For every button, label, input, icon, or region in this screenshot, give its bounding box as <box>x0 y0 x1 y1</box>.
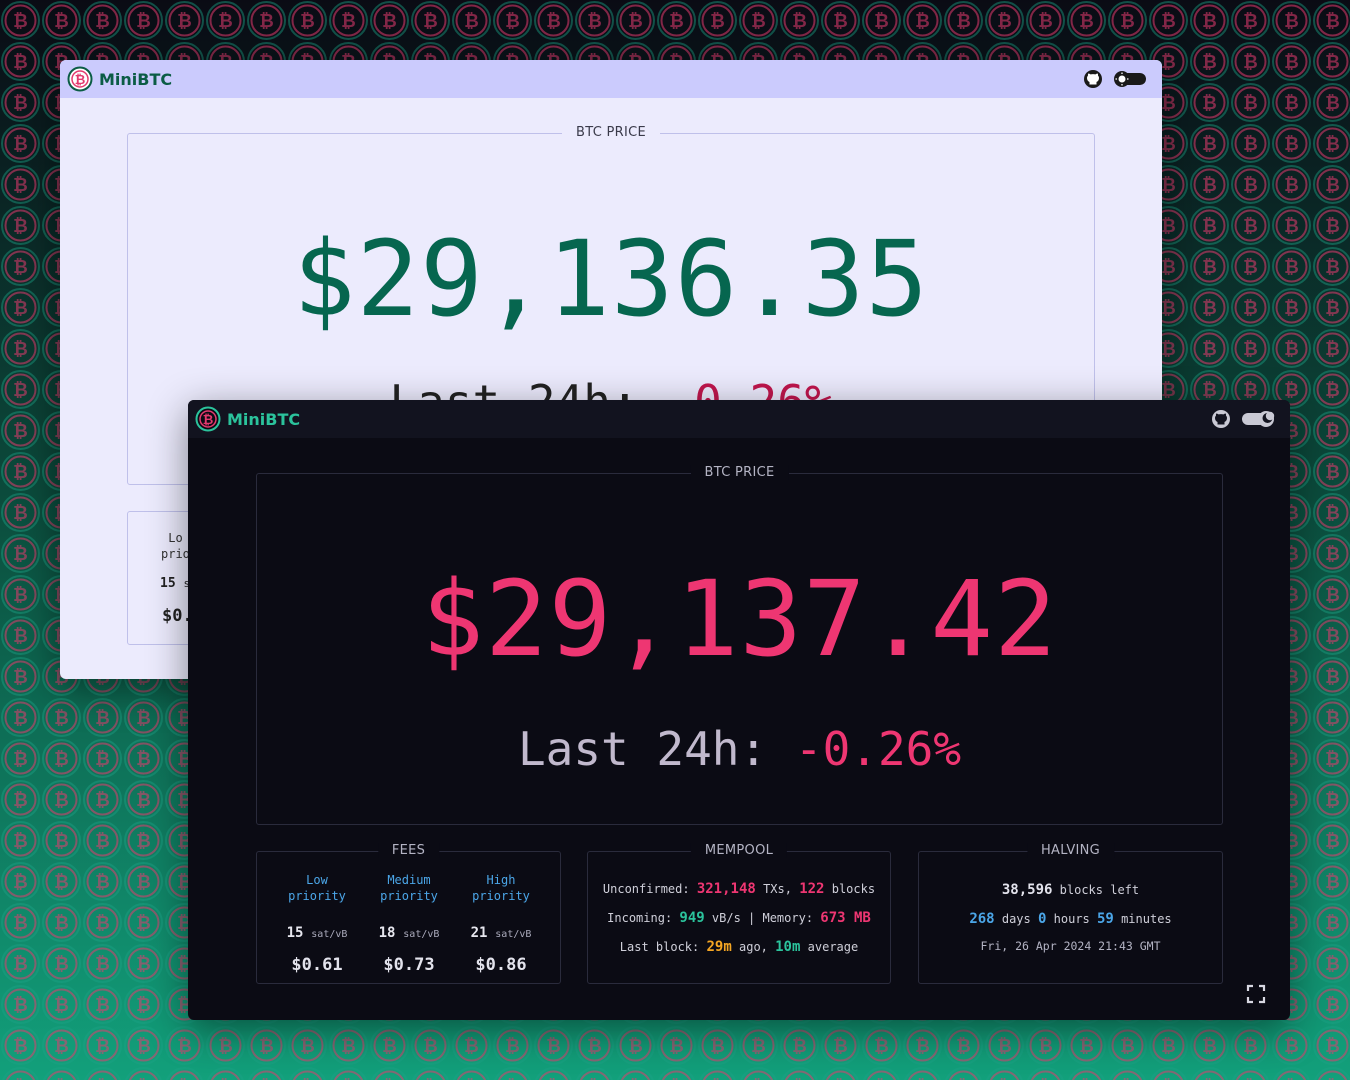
incoming-value: 949 <box>679 910 705 926</box>
unconfirmed-label: Unconfirmed: <box>602 882 697 896</box>
blocks-left-label: blocks left <box>1052 883 1140 897</box>
ago-label: ago, <box>731 940 776 954</box>
fee-sat: 18 sat/vB <box>363 925 455 941</box>
fee-medium: Medium priority 18 sat/vB $0.73 <box>363 872 455 975</box>
minutes-value: 59 <box>1097 911 1114 927</box>
mempool-panel: MEMPOOL Unconfirmed: 321,148 TXs, 122 bl… <box>587 843 891 984</box>
panel-legend: BTC PRICE <box>690 465 789 480</box>
mempool-last-block: Last block: 29m ago, 10m average <box>588 939 890 955</box>
change-value: -0.26% <box>794 722 962 776</box>
fee-label-line2: priority <box>288 889 346 903</box>
days-label: days <box>994 912 1038 926</box>
github-icon[interactable] <box>1083 69 1103 89</box>
dark-titlebar: ₿ MiniBTC <box>188 400 1290 438</box>
app-title: MiniBTC <box>227 409 301 429</box>
fullscreen-icon[interactable] <box>1246 984 1266 1004</box>
fee-sat-value: 15 <box>286 925 304 941</box>
mempool-blocks: 122 <box>799 881 825 897</box>
fee-label-line1: High <box>486 873 516 887</box>
fee-priority-label: Low priority <box>271 872 363 904</box>
fees-panel: FEES Low priority 15 sat/vB $0.61 Medium p… <box>256 843 561 984</box>
fee-sat-value: 15 <box>160 576 176 591</box>
last-block-value: 29m <box>706 939 732 955</box>
memory-value: 673 MB <box>820 910 871 926</box>
app-title: MiniBTC <box>99 69 173 89</box>
fee-usd: $0.61 <box>291 955 343 975</box>
blocks-left-value: 38,596 <box>1001 882 1053 898</box>
github-icon[interactable] <box>1211 409 1231 429</box>
mempool-incoming: Incoming: 949 vB/s | Memory: 673 MB <box>588 910 890 926</box>
halving-panel: HALVING 38,596 blocks left 268 days 0 ho… <box>918 843 1223 984</box>
light-titlebar: ₿ MiniBTC <box>60 60 1162 98</box>
fee-label-line2: priority <box>472 889 530 903</box>
blocks-label: blocks <box>824 882 876 896</box>
fee-label: Lo prio <box>161 530 190 562</box>
btc-price: $29,136.35 <box>292 218 930 340</box>
fee-label-line1: Medium <box>387 873 431 887</box>
fee-low: Low priority 15 sat/vB $0.61 <box>271 872 363 975</box>
fee-sat-unit: sat/vB <box>403 929 440 940</box>
btc-price-panel: BTC PRICE $29,137.42 Last 24h: -0.26% <box>256 465 1223 825</box>
fee-sat-value: 18 <box>378 925 396 941</box>
fee-priority-label: Medium priority <box>363 872 455 904</box>
change-label: Last 24h: <box>517 722 795 776</box>
fee-usd: $0.86 <box>475 955 527 975</box>
fee-sat-unit: sat/vB <box>495 929 532 940</box>
fee-usd: $0.73 <box>383 955 435 975</box>
halving-countdown: 268 days 0 hours 59 minutes <box>919 911 1222 927</box>
incoming-label: Incoming: <box>607 911 680 925</box>
svg-text:₿: ₿ <box>203 413 214 428</box>
days-value: 268 <box>969 911 995 927</box>
fee-sat: 21 sat/vB <box>455 925 547 941</box>
mempool-unconfirmed: Unconfirmed: 321,148 TXs, 122 blocks <box>588 881 890 897</box>
theme-toggle-icon[interactable] <box>1240 409 1276 429</box>
halving-blocks-left: 38,596 blocks left <box>919 882 1222 898</box>
fee-sat: 15 sat/vB <box>271 925 363 941</box>
fee-priority-label: High priority <box>455 872 547 904</box>
halving-date: Fri, 26 Apr 2024 21:43 GMT <box>980 939 1161 953</box>
panel-legend: FEES <box>377 843 440 858</box>
btc-price: $29,137.42 <box>421 558 1058 680</box>
fee-high: High priority 21 sat/vB $0.86 <box>455 872 547 975</box>
dark-app-window: ₿ MiniBTC BTC PRICE $29,137.42 Last 24h:… <box>188 400 1290 1020</box>
fee-label-line1: Lo <box>168 531 183 545</box>
price-change-24h: Last 24h: -0.26% <box>257 722 1222 776</box>
fee-label-line2: priority <box>380 889 438 903</box>
txs-label: TXs, <box>755 882 800 896</box>
panel-legend: MEMPOOL <box>690 843 788 858</box>
incoming-unit: vB/s | Memory: <box>704 911 821 925</box>
last-block-label: Last block: <box>619 940 707 954</box>
minutes-label: minutes <box>1113 912 1172 926</box>
fee-label-line1: Low <box>306 873 328 887</box>
fee-label-line2: prio <box>161 547 190 561</box>
fee-sat-value: 21 <box>470 925 488 941</box>
average-value: 10m <box>775 939 801 955</box>
panel-legend: HALVING <box>1026 843 1115 858</box>
unconfirmed-txs: 321,148 <box>696 881 756 897</box>
svg-text:₿: ₿ <box>75 73 86 88</box>
panel-legend: BTC PRICE <box>561 125 661 140</box>
fee-sat: 15 s <box>160 576 190 591</box>
fee-sat-unit: sat/vB <box>311 929 348 940</box>
hours-label: hours <box>1046 912 1097 926</box>
bitcoin-logo-icon: ₿ <box>67 66 93 92</box>
theme-toggle-icon[interactable] <box>1112 69 1148 89</box>
average-label: average <box>800 940 859 954</box>
bitcoin-logo-icon: ₿ <box>195 406 221 432</box>
